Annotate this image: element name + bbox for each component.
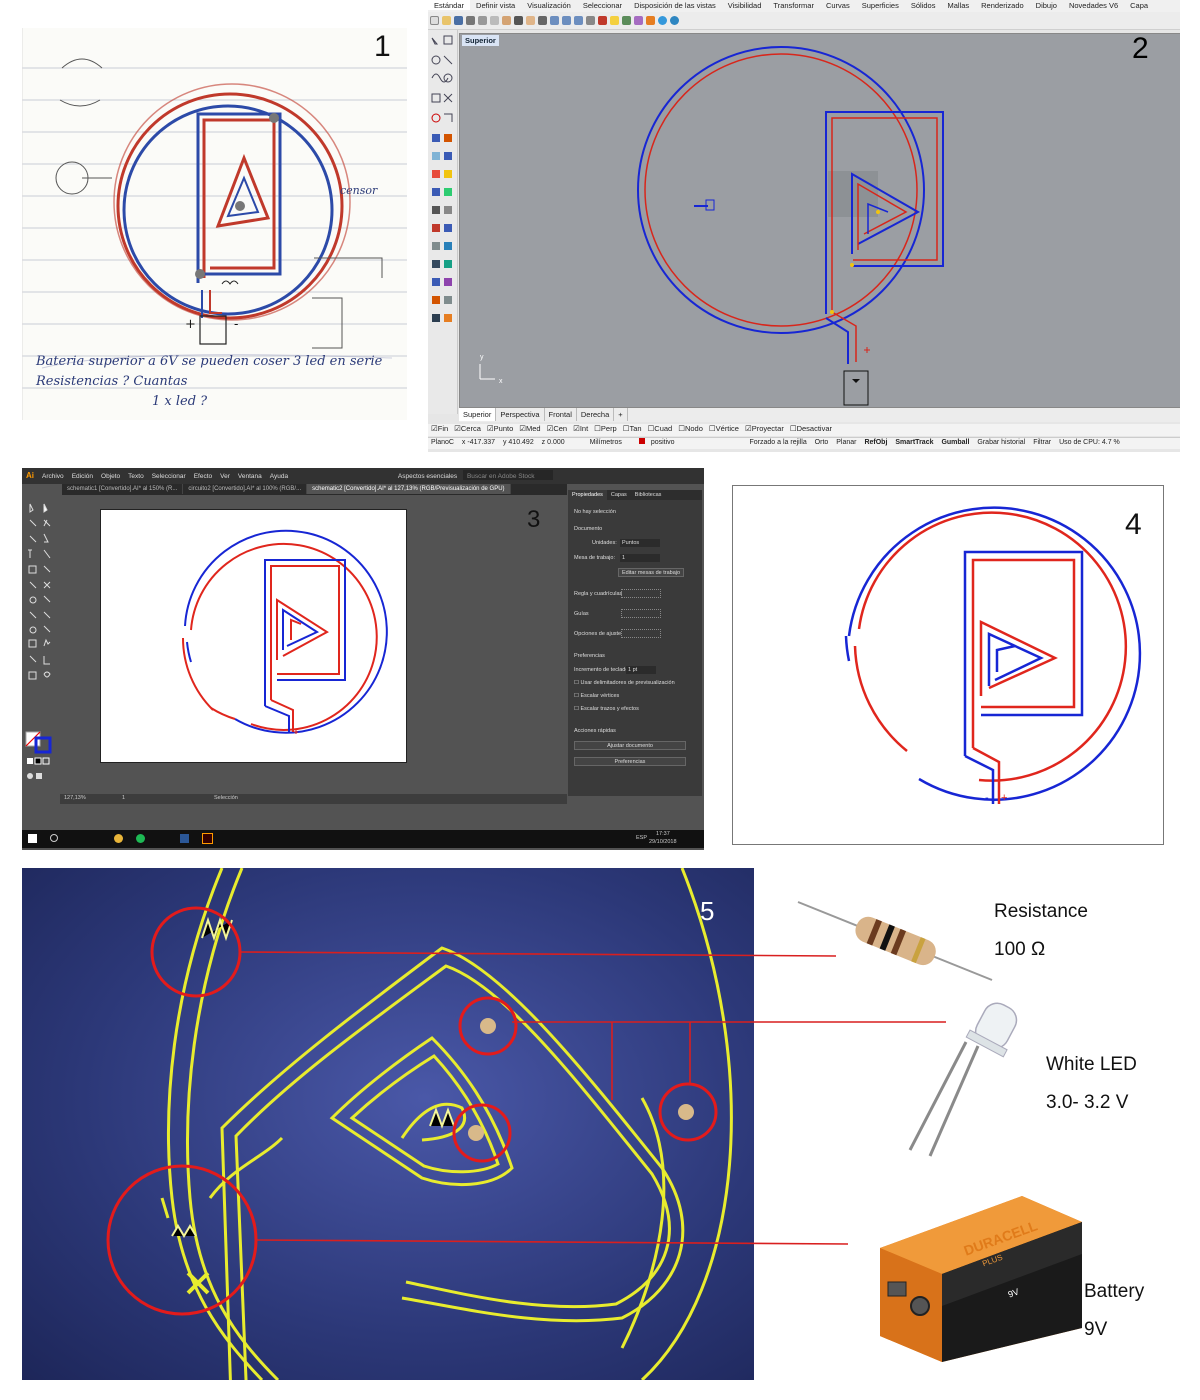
resistance-value: 100 Ω [994,939,1046,960]
battery-value: 9V [1084,1319,1108,1340]
battery-drawing [880,1196,1082,1362]
resistance-title: Resistance [994,901,1088,922]
led-label: White LED 3.0- 3.2 V [1046,1046,1137,1122]
resistance-label: Resistance 100 Ω [994,893,1088,969]
resistor-image [797,901,993,981]
led-image [908,1002,1018,1157]
battery-title: Battery [1084,1281,1145,1302]
led-title: White LED [1046,1054,1137,1075]
battery-image: DURACELL PLUS 9V [872,1178,1086,1362]
battery-label: Battery 9V [1084,1273,1144,1349]
led-value: 3.0- 3.2 V [1046,1092,1129,1113]
